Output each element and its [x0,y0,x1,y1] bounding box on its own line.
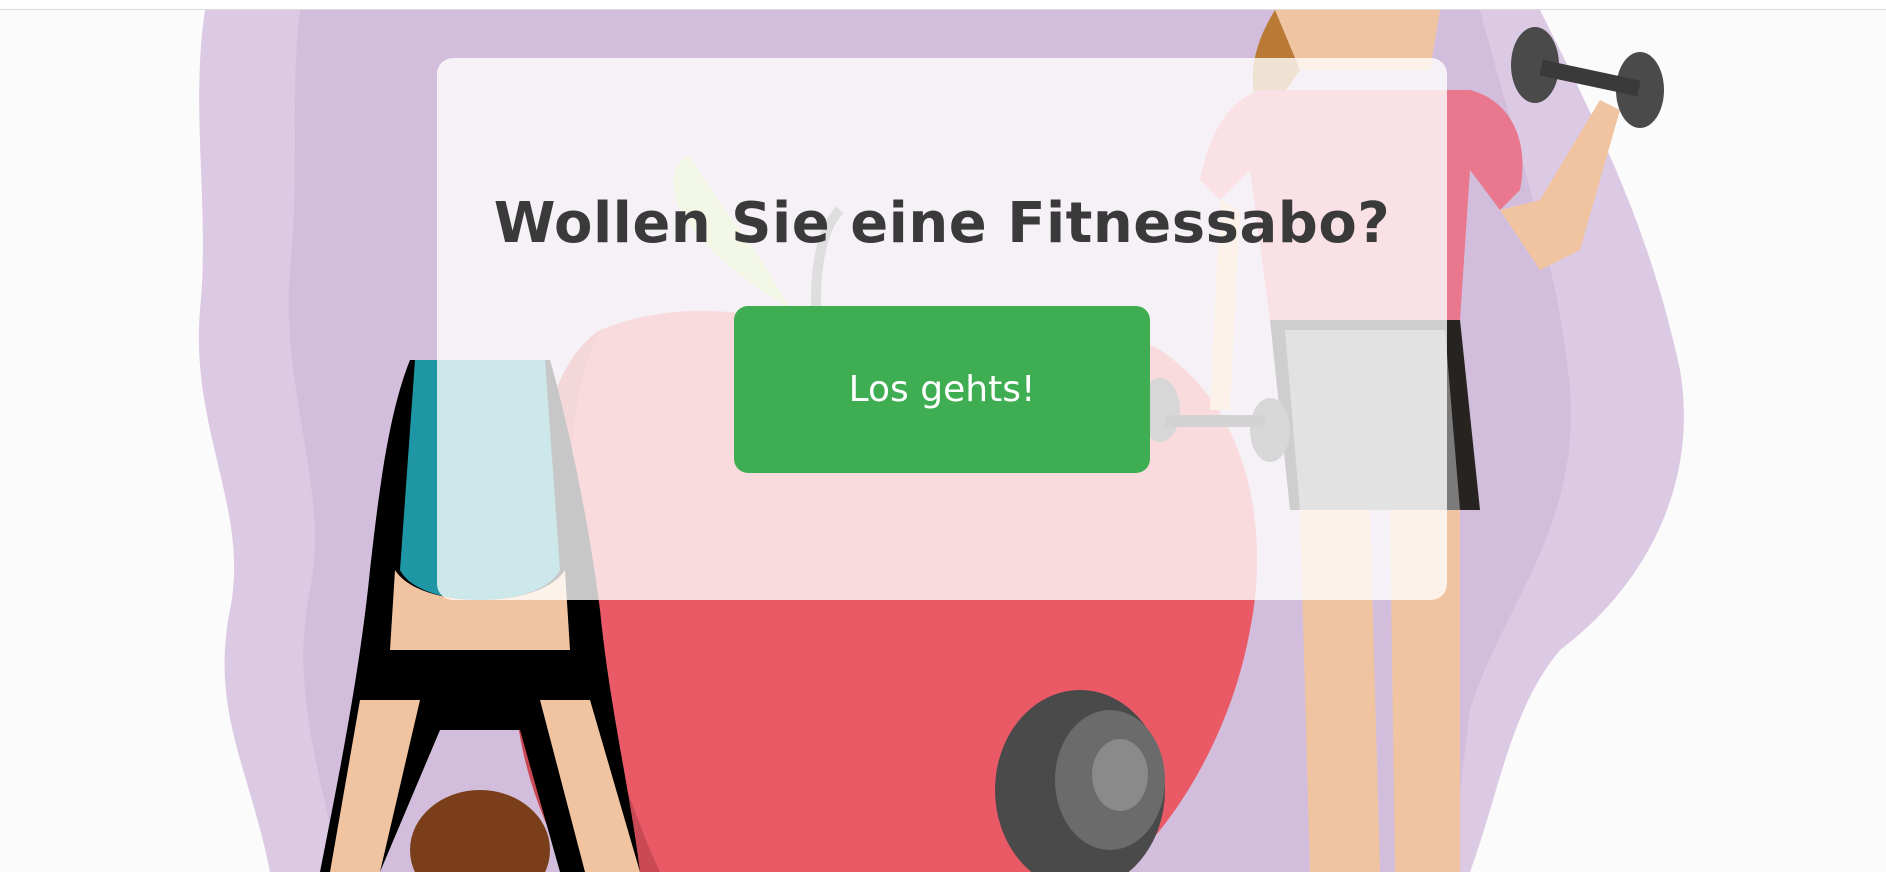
cta-card: Wollen Sie eine Fitnessabo? Los gehts! [437,58,1447,600]
hero-section: Wollen Sie eine Fitnessabo? Los gehts! [0,10,1886,872]
top-divider [0,0,1886,10]
get-started-button[interactable]: Los gehts! [734,306,1150,473]
page-title: Wollen Sie eine Fitnessabo? [493,191,1391,256]
